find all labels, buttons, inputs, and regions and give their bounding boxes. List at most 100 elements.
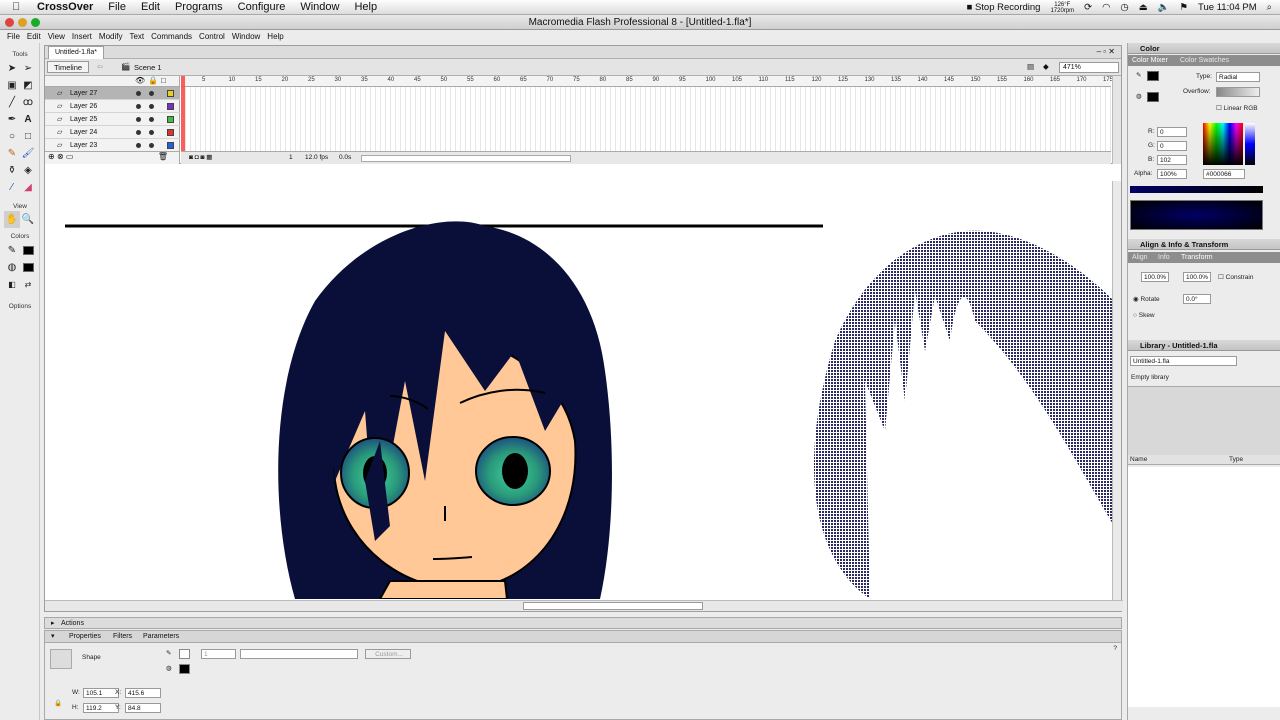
menu-app-name[interactable]: CrossOver bbox=[37, 1, 93, 13]
tab-parameters[interactable]: Parameters bbox=[143, 631, 179, 642]
layer-visible-dot[interactable] bbox=[136, 104, 141, 109]
linear-rgb-checkbox[interactable]: ☐ Linear RGB bbox=[1216, 104, 1258, 112]
menu-edit[interactable]: Edit bbox=[141, 1, 160, 13]
layer-lock-dot[interactable] bbox=[149, 104, 154, 109]
skew-radio[interactable]: ○ Skew bbox=[1133, 312, 1155, 319]
apple-icon[interactable]:  bbox=[12, 1, 26, 13]
stroke-pencil-icon[interactable]: ✎ bbox=[166, 649, 171, 657]
gradient-transform-icon[interactable]: ◩ bbox=[20, 77, 36, 94]
fill-type-select[interactable]: Radial bbox=[1216, 72, 1260, 82]
show-hide-all-icon[interactable]: 👁 bbox=[135, 76, 145, 85]
layer-row[interactable]: ▱ Layer 26 bbox=[45, 100, 180, 113]
add-guide-icon[interactable]: ⊗ bbox=[57, 152, 64, 161]
tab-filters[interactable]: Filters bbox=[113, 631, 132, 642]
x-field[interactable]: 415.6 bbox=[125, 688, 161, 698]
pen-tool-icon[interactable]: ✒ bbox=[4, 111, 20, 128]
menu-configure[interactable]: Configure bbox=[238, 1, 286, 13]
stroke-style-select[interactable] bbox=[240, 649, 358, 659]
stroke-color-icon[interactable]: ✎ bbox=[4, 242, 20, 259]
stage-hscroll[interactable] bbox=[45, 600, 1123, 611]
zoom-select[interactable]: 471% bbox=[1059, 62, 1119, 73]
appmenu-text[interactable]: Text bbox=[129, 32, 144, 41]
timeline-toggle-button[interactable]: Timeline bbox=[47, 61, 90, 73]
layer-lock-dot[interactable] bbox=[149, 130, 154, 135]
zoom-tool-icon[interactable]: 🔍 bbox=[20, 211, 36, 228]
timeline-hscroll[interactable] bbox=[361, 155, 571, 162]
close-window-icon[interactable] bbox=[5, 18, 14, 27]
swap-colors-icon[interactable]: ⇄ bbox=[20, 276, 36, 293]
gradient-bar[interactable] bbox=[1130, 186, 1263, 193]
color-panel-header[interactable]: Color bbox=[1128, 43, 1280, 54]
timemachine-icon[interactable]: ◷ bbox=[1120, 2, 1128, 13]
layer-outline-swatch[interactable] bbox=[167, 116, 174, 123]
menu-file[interactable]: File bbox=[108, 1, 126, 13]
blue-field[interactable]: 102 bbox=[1157, 155, 1187, 165]
document-tab[interactable]: Untitled-1.fla* bbox=[48, 46, 105, 59]
tab-align[interactable]: Align bbox=[1132, 252, 1148, 263]
default-colors-icon[interactable]: ◧ bbox=[4, 276, 20, 293]
appmenu-view[interactable]: View bbox=[48, 32, 65, 41]
selected-hair-shape[interactable] bbox=[813, 230, 1114, 599]
spotlight-icon[interactable]: ⌕ bbox=[1267, 2, 1272, 13]
layer-lock-dot[interactable] bbox=[149, 143, 154, 148]
layer-visible-dot[interactable] bbox=[136, 143, 141, 148]
width-field[interactable]: 105.1 bbox=[83, 688, 119, 698]
tab-color-swatches[interactable]: Color Swatches bbox=[1180, 55, 1229, 66]
mixer-fill-swatch[interactable] bbox=[1147, 92, 1159, 102]
eject-icon[interactable]: ⏏ bbox=[1139, 2, 1148, 13]
stage-canvas[interactable] bbox=[45, 181, 1114, 599]
edit-scene-icon[interactable]: ▤ bbox=[1027, 62, 1034, 71]
menu-help[interactable]: Help bbox=[354, 1, 377, 13]
stop-recording-status[interactable]: ■ Stop Recording bbox=[967, 2, 1041, 13]
expand-arrow-icon[interactable]: ▸ bbox=[51, 618, 55, 629]
eraser-tool-icon[interactable]: ◢ bbox=[20, 179, 36, 196]
tab-color-mixer[interactable]: Color Mixer bbox=[1132, 55, 1168, 66]
col-type[interactable]: Type bbox=[1229, 456, 1243, 463]
layer-outline-swatch[interactable] bbox=[167, 103, 174, 110]
hex-field[interactable]: #000066 bbox=[1203, 169, 1245, 179]
menu-programs[interactable]: Programs bbox=[175, 1, 223, 13]
collapse-arrow-icon[interactable]: ▾ bbox=[51, 631, 55, 642]
free-transform-icon[interactable]: ▣ bbox=[4, 77, 20, 94]
library-panel-header[interactable]: Library - Untitled-1.fla bbox=[1128, 340, 1280, 351]
menu-clock[interactable]: Tue 11:04 PM bbox=[1198, 2, 1257, 13]
oval-tool-icon[interactable]: ○ bbox=[4, 128, 20, 145]
lock-all-icon[interactable]: 🔒 bbox=[148, 76, 158, 85]
brush-tool-icon[interactable]: 🖌 bbox=[20, 145, 36, 162]
frame-ruler[interactable]: 5 10 15 20 25 30 35 40 45 50 55 60 65 70 75 80 85 90 95 100… bbox=[181, 76, 1113, 87]
pencil-tool-icon[interactable]: ✎ bbox=[4, 145, 20, 162]
brightness-slider[interactable] bbox=[1245, 123, 1255, 165]
sync-icon[interactable]: ⟳ bbox=[1084, 2, 1092, 13]
stroke-size-field[interactable]: 1 bbox=[201, 649, 236, 659]
fill-color-box[interactable] bbox=[179, 664, 190, 674]
layer-row[interactable]: ▱ Layer 27 bbox=[45, 87, 180, 100]
minimize-window-icon[interactable] bbox=[18, 18, 27, 27]
layer-row[interactable]: ▱ Layer 25 bbox=[45, 113, 180, 126]
transform-panel-header[interactable]: Align & Info & Transform bbox=[1128, 239, 1280, 250]
stage-hscroll-thumb[interactable] bbox=[523, 602, 703, 610]
layer-lock-dot[interactable] bbox=[149, 117, 154, 122]
layer-lock-dot[interactable] bbox=[149, 91, 154, 96]
text-tool-icon[interactable]: A bbox=[20, 111, 36, 128]
line-tool-icon[interactable]: ╱ bbox=[4, 94, 20, 111]
onion-skin-icons[interactable]: ◙ ◘ ◙ ▦ bbox=[189, 152, 212, 164]
layer-outline-swatch[interactable] bbox=[167, 90, 174, 97]
lasso-tool-icon[interactable]: ꝏ bbox=[20, 94, 36, 111]
hand-tool-icon[interactable]: ✋ bbox=[4, 211, 20, 228]
tab-properties[interactable]: Properties bbox=[69, 631, 101, 642]
alpha-field[interactable]: 100% bbox=[1157, 169, 1187, 179]
fill-color-icon[interactable]: ◍ bbox=[4, 259, 20, 276]
layer-outline-swatch[interactable] bbox=[167, 129, 174, 136]
actions-panel-header[interactable]: ▸ Actions bbox=[44, 617, 1122, 629]
appmenu-modify[interactable]: Modify bbox=[99, 32, 123, 41]
outline-all-icon[interactable]: □ bbox=[161, 76, 166, 85]
appmenu-control[interactable]: Control bbox=[199, 32, 225, 41]
insert-folder-icon[interactable]: ▭ bbox=[66, 152, 74, 161]
mixer-fill-icon[interactable]: ◍ bbox=[1136, 92, 1142, 100]
doc-window-controls-icon[interactable]: ‒ ▫ ✕ bbox=[1097, 47, 1115, 56]
eyedropper-icon[interactable]: ⁄ bbox=[4, 179, 20, 196]
layer-row[interactable]: ▱ Layer 24 bbox=[45, 126, 180, 139]
selection-tool-icon[interactable]: ➤ bbox=[4, 60, 20, 77]
zoom-window-icon[interactable] bbox=[31, 18, 40, 27]
fill-swatch[interactable] bbox=[20, 259, 36, 276]
